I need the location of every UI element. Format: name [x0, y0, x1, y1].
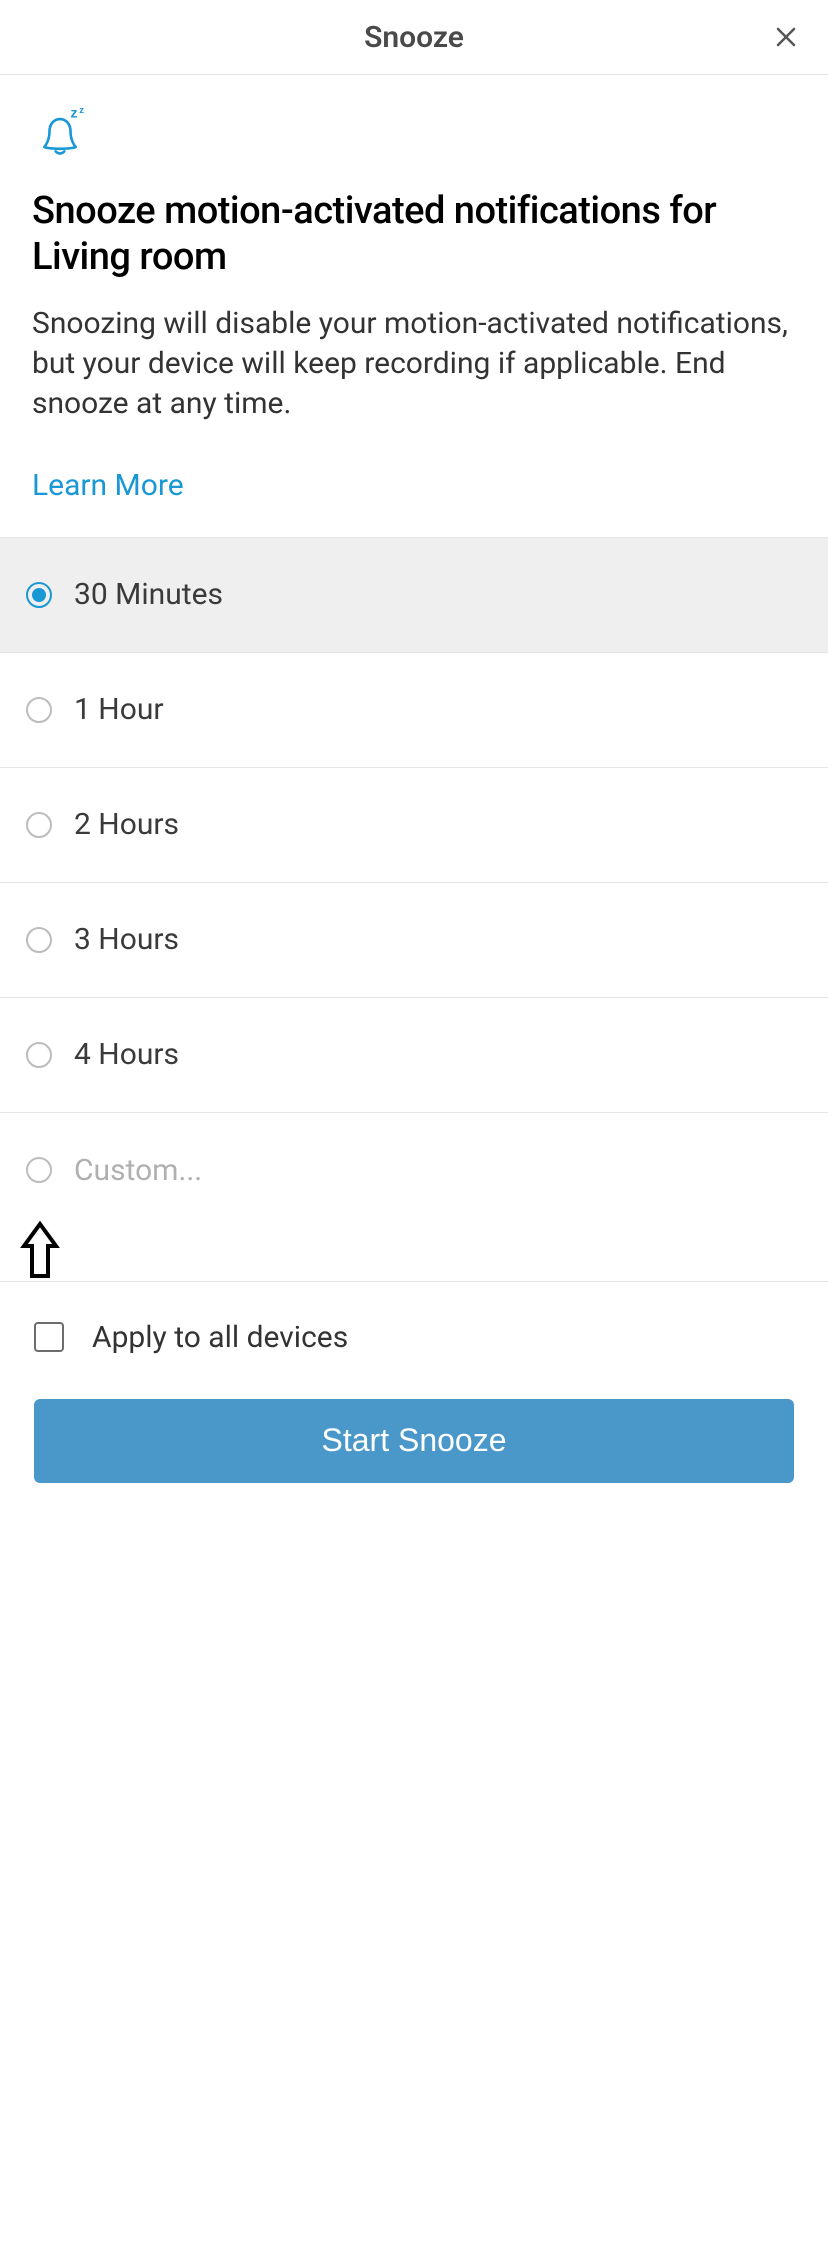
radio-icon: [26, 697, 52, 723]
snooze-bell-icon: z z: [32, 105, 88, 161]
option-label: 4 Hours: [74, 1037, 179, 1072]
option-4-hours[interactable]: 4 Hours: [0, 998, 828, 1113]
svg-text:z: z: [79, 105, 84, 116]
option-custom[interactable]: Custom...: [0, 1113, 828, 1228]
radio-icon: [26, 927, 52, 953]
radio-icon: [26, 812, 52, 838]
option-30-minutes[interactable]: 30 Minutes: [0, 538, 828, 653]
learn-more-link[interactable]: Learn More: [32, 468, 796, 503]
option-1-hour[interactable]: 1 Hour: [0, 653, 828, 768]
close-icon: [774, 25, 798, 49]
apply-all-label: Apply to all devices: [92, 1320, 348, 1355]
svg-text:z: z: [71, 105, 78, 120]
intro-description: Snoozing will disable your motion-activa…: [32, 304, 796, 424]
checkbox-icon[interactable]: [34, 1322, 64, 1352]
intro-section: z z Snooze motion-activated notification…: [0, 75, 828, 537]
intro-title: Snooze motion-activated notifications fo…: [32, 189, 796, 280]
section-divider: [0, 1228, 828, 1282]
radio-icon: [26, 582, 52, 608]
option-label: 1 Hour: [74, 692, 164, 727]
apply-all-row[interactable]: Apply to all devices: [0, 1282, 828, 1393]
header: Snooze: [0, 0, 828, 75]
duration-options-list: 30 Minutes 1 Hour 2 Hours 3 Hours 4 Hour…: [0, 537, 828, 1228]
option-2-hours[interactable]: 2 Hours: [0, 768, 828, 883]
page-title: Snooze: [364, 20, 464, 55]
option-label: Custom...: [74, 1153, 202, 1188]
option-label: 3 Hours: [74, 922, 179, 957]
close-button[interactable]: [772, 23, 800, 51]
radio-icon: [26, 1157, 52, 1183]
radio-icon: [26, 1042, 52, 1068]
option-label: 30 Minutes: [74, 577, 223, 612]
option-label: 2 Hours: [74, 807, 179, 842]
option-3-hours[interactable]: 3 Hours: [0, 883, 828, 998]
start-snooze-button[interactable]: Start Snooze: [34, 1399, 794, 1483]
